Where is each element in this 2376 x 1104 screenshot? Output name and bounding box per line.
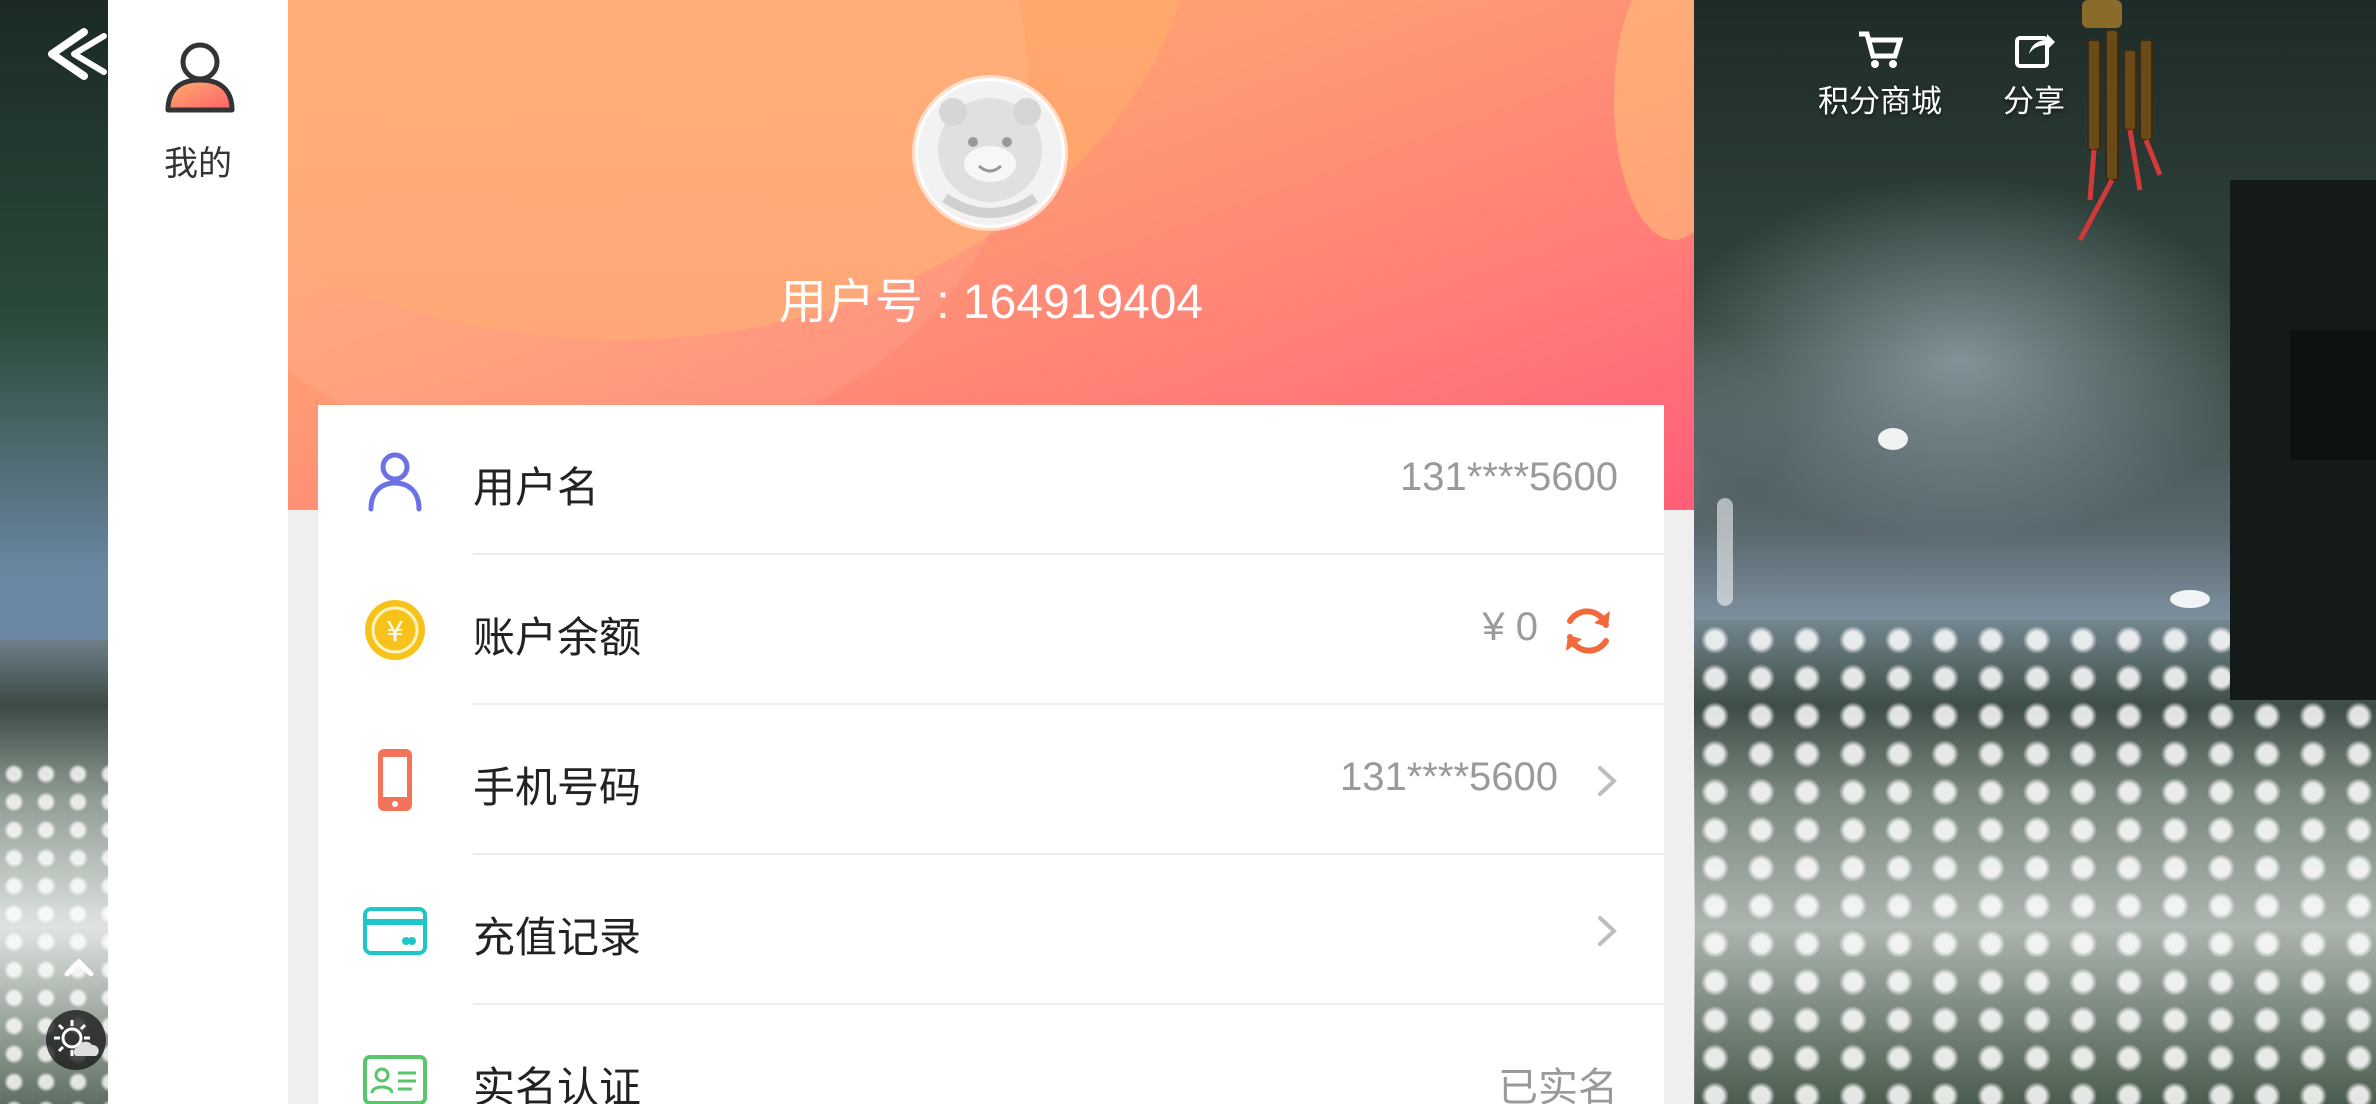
scrollbar-thumb[interactable] bbox=[1717, 498, 1733, 606]
verification-status: 已实名 bbox=[1498, 1066, 1618, 1104]
card-icon bbox=[362, 897, 428, 963]
list-item-phone[interactable]: 手机号码 131****5600 bbox=[318, 705, 1664, 855]
points-mall-label: 积分商城 bbox=[1818, 84, 1942, 120]
profile-panel: 用户号 : 164919404 用户名 131****5600 ¥ 账户余额 ¥… bbox=[288, 0, 1694, 1104]
refresh-icon[interactable] bbox=[1560, 603, 1616, 659]
lantern-light bbox=[1878, 428, 1908, 450]
account-info-card: 用户名 131****5600 ¥ 账户余额 ¥ 0 手机号码 131****5… bbox=[318, 405, 1664, 1104]
chevron-up-icon[interactable] bbox=[62, 952, 96, 982]
list-item-real-name: 实名认证 已实名 bbox=[318, 1005, 1664, 1104]
share-button[interactable]: 分享 bbox=[2003, 30, 2065, 121]
person-icon bbox=[362, 447, 428, 513]
balance-value: ¥ 0 bbox=[1482, 605, 1538, 649]
user-id-text: 用户号 : 164919404 bbox=[778, 276, 1204, 329]
bamboo-scenery bbox=[0, 0, 108, 640]
row-title: 用户名 bbox=[473, 463, 600, 512]
pavilion-roof bbox=[2290, 330, 2376, 460]
points-mall-button[interactable]: 积分商城 bbox=[1818, 30, 1942, 121]
weather-button[interactable] bbox=[46, 1010, 106, 1070]
row-title: 实名认证 bbox=[473, 1063, 642, 1104]
username-value: 131****5600 bbox=[1400, 455, 1618, 499]
cart-icon bbox=[1818, 30, 1942, 76]
bear-avatar-icon bbox=[918, 81, 1062, 225]
share-label: 分享 bbox=[2003, 84, 2065, 120]
back-arrow-icon bbox=[48, 28, 107, 80]
row-title: 充值记录 bbox=[473, 913, 642, 962]
share-icon bbox=[2003, 30, 2065, 76]
list-item-balance: ¥ 账户余额 ¥ 0 bbox=[318, 555, 1664, 705]
water-reflection bbox=[2170, 590, 2210, 608]
list-item-username: 用户名 131****5600 bbox=[318, 405, 1664, 555]
row-title: 手机号码 bbox=[473, 763, 642, 812]
side-tab-label: 我的 bbox=[164, 144, 232, 184]
chevron-right-icon bbox=[1598, 766, 1617, 796]
header-decoration bbox=[288, 0, 1028, 460]
svg-text:¥: ¥ bbox=[386, 615, 404, 648]
row-title: 账户余额 bbox=[473, 613, 642, 662]
avatar[interactable] bbox=[915, 78, 1065, 228]
user-profile-icon bbox=[165, 42, 235, 113]
sun-cloud-icon bbox=[54, 1020, 99, 1056]
chevron-right-icon bbox=[1598, 916, 1617, 946]
header-decoration bbox=[1614, 0, 1694, 240]
back-button[interactable] bbox=[44, 24, 110, 84]
coin-icon: ¥ bbox=[362, 597, 428, 663]
list-item-recharge-records[interactable]: 充值记录 bbox=[318, 855, 1664, 1005]
phone-value: 131****5600 bbox=[1340, 755, 1558, 799]
id-card-icon bbox=[362, 1047, 428, 1104]
side-tab-mine[interactable]: 我的 bbox=[108, 0, 288, 1104]
phone-icon bbox=[362, 747, 428, 813]
wind-chime-decoration bbox=[2077, 0, 2163, 242]
